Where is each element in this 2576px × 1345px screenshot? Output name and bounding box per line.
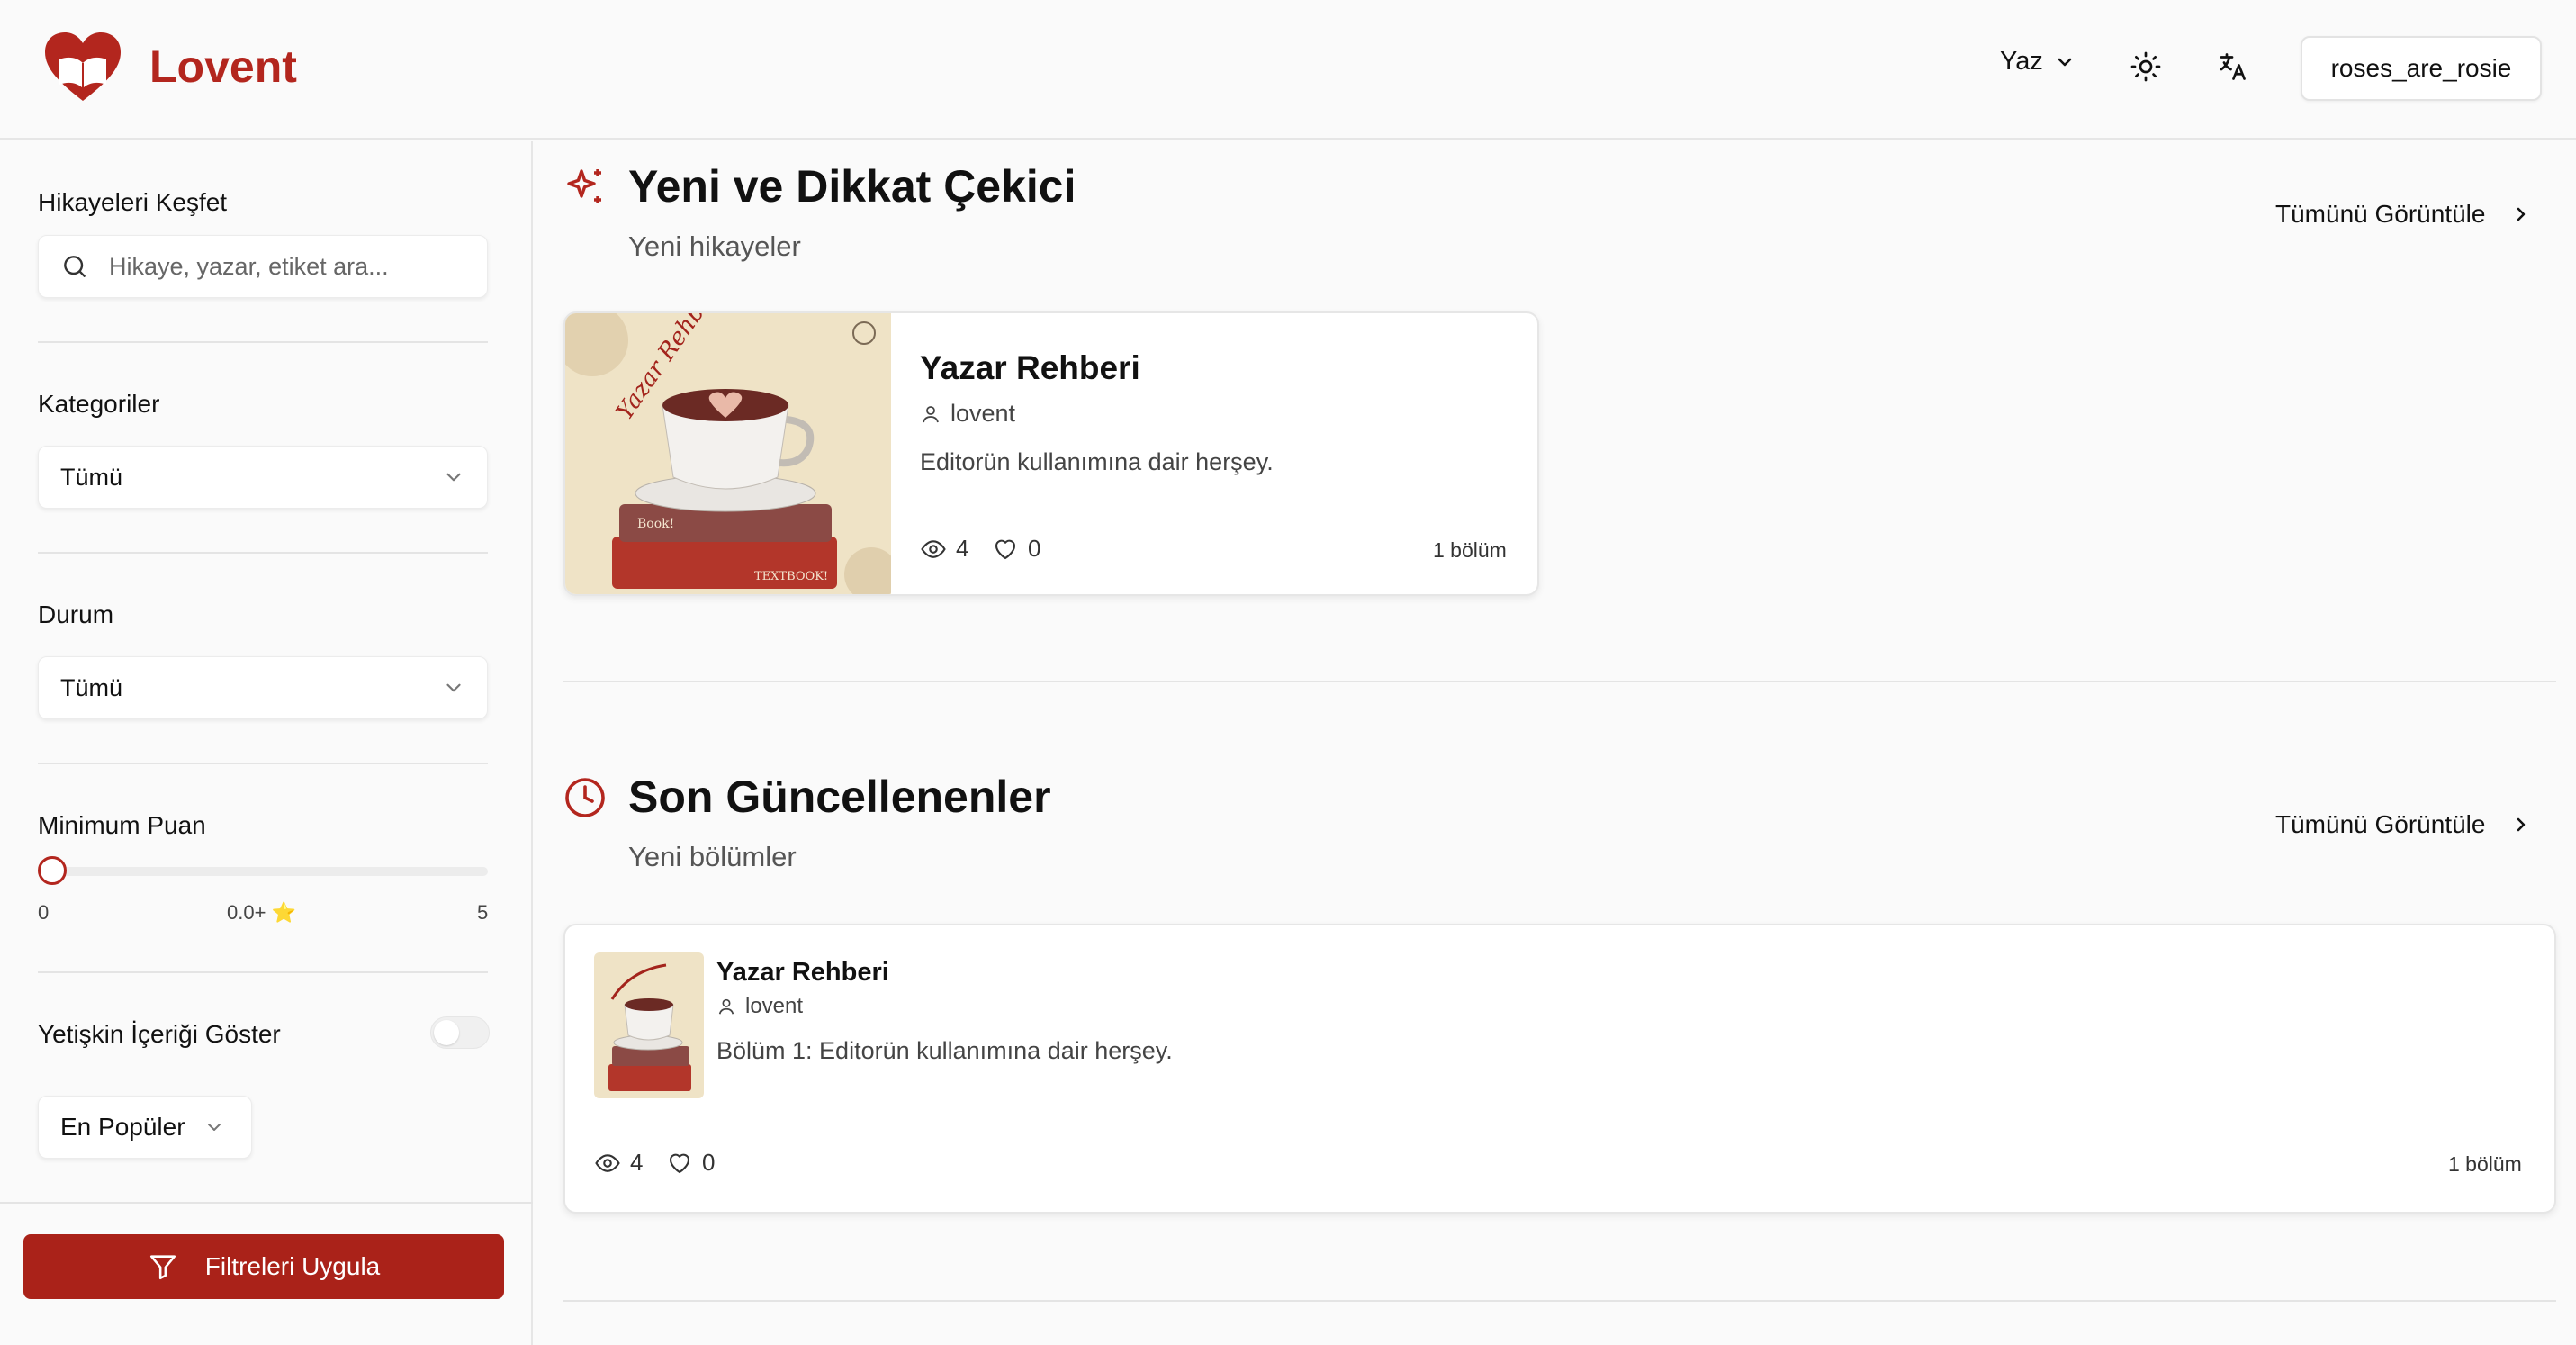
story-title[interactable]: Yazar Rehberi (716, 958, 889, 988)
translate-icon (2220, 53, 2246, 80)
clock-icon (565, 778, 605, 817)
app-name: Lovent (149, 41, 297, 92)
section-subtitle-new: Yeni hikayeler (628, 230, 801, 262)
story-likes[interactable]: 0 (992, 535, 1040, 563)
sort-select[interactable]: En Popüler (38, 1096, 252, 1159)
sparkles-icon (567, 169, 601, 203)
top-header: Lovent Yaz roses_are_rosie (0, 0, 2576, 140)
rating-max-label: 5 (477, 901, 489, 924)
heart-icon (669, 1153, 690, 1173)
user-menu-button[interactable]: roses_are_rosie (2301, 36, 2542, 101)
chevron-down-icon (446, 473, 461, 482)
story-views: 4 (594, 1149, 643, 1177)
filter-sidebar: Hikayeleri Keşfet Hikaye, yazar, etiket … (0, 141, 533, 1345)
theme-toggle-button[interactable] (2126, 47, 2166, 86)
views-count: 4 (956, 535, 969, 562)
chapter-count: 1 bölüm (2448, 1152, 2522, 1176)
cover-book-text: Book! (637, 517, 674, 531)
cover-textbook-text: TEXTBOOK! (754, 570, 828, 583)
divider (38, 763, 488, 764)
categories-select[interactable]: Tümü (38, 446, 488, 509)
section-divider (563, 1300, 2556, 1302)
sun-icon (2130, 51, 2161, 82)
heart-book-logo-icon (45, 32, 121, 101)
chevron-down-icon (446, 683, 461, 692)
story-author[interactable]: lovent (920, 400, 1015, 428)
section-subtitle-updated: Yeni bölümler (628, 841, 797, 872)
views-count: 4 (630, 1149, 644, 1176)
chevron-down-icon (2058, 58, 2072, 66)
min-rating-label: Minimum Puan (38, 811, 206, 839)
view-all-label: Tümünü Görüntüle (2275, 810, 2486, 838)
story-title[interactable]: Yazar Rehberi (920, 349, 1140, 387)
section-title-new: Yeni ve Dikkat Çekici (628, 161, 1076, 212)
status-value: Tümü (60, 673, 123, 701)
likes-count: 0 (702, 1149, 716, 1176)
chevron-right-icon (2517, 817, 2526, 832)
divider (38, 341, 488, 343)
story-views: 4 (920, 535, 968, 563)
search-placeholder: Hikaye, yazar, etiket ara... (109, 252, 389, 280)
divider (0, 1202, 533, 1204)
write-menu-button[interactable]: Yaz (2000, 47, 2076, 77)
apply-filters-label: Filtreleri Uygula (204, 1252, 381, 1280)
sort-value: En Popüler (60, 1113, 185, 1141)
section-title-updated: Son Güncellenenler (628, 772, 1051, 822)
categories-label: Kategoriler (38, 390, 160, 418)
rating-slider-track[interactable] (38, 867, 488, 876)
adult-content-toggle[interactable] (430, 1016, 490, 1049)
heart-icon (995, 539, 1016, 559)
story-cover-thumbnail (594, 952, 704, 1098)
discover-label: Hikayeleri Keşfet (38, 188, 228, 216)
search-input[interactable]: Hikaye, yazar, etiket ara... (38, 235, 488, 298)
write-label: Yaz (2000, 47, 2043, 76)
view-all-updated-button[interactable]: Tümünü Görüntüle (2275, 810, 2532, 839)
status-label: Durum (38, 600, 114, 628)
search-icon (64, 256, 86, 277)
story-cover-image: Yazar Rehberi -Writer's Guide Book! TEXT… (565, 313, 891, 594)
eye-icon (921, 539, 946, 558)
chapter-count: 1 bölüm (1433, 538, 1507, 562)
likes-count: 0 (1028, 535, 1041, 562)
divider (38, 552, 488, 554)
story-author[interactable]: lovent (716, 994, 803, 1019)
story-card[interactable]: Yazar Rehberi -Writer's Guide Book! TEXT… (563, 311, 1539, 596)
app-logo[interactable]: Lovent (41, 29, 297, 104)
apply-filters-button[interactable]: Filtreleri Uygula (23, 1234, 504, 1299)
adult-content-label: Yetişkin İçeriği Göster (38, 1020, 281, 1048)
chevron-right-icon (2517, 207, 2526, 221)
section-divider (563, 681, 2556, 682)
chevron-down-icon (207, 1124, 221, 1131)
eye-icon (595, 1153, 620, 1172)
status-select[interactable]: Tümü (38, 656, 488, 719)
latest-chapter-link[interactable]: Bölüm 1: Editorün kullanımına dair herşe… (716, 1037, 1173, 1065)
updated-story-card[interactable]: Yazar Rehberi lovent Bölüm 1: Editorün k… (563, 924, 2556, 1214)
view-all-label: Tümünü Görüntüle (2275, 200, 2486, 228)
divider (38, 971, 488, 973)
rating-current-label: 0.0+ ⭐ (227, 901, 296, 924)
story-author-name: lovent (745, 994, 804, 1018)
user-icon (718, 998, 734, 1015)
filter-icon (149, 1255, 176, 1280)
language-button[interactable] (2212, 47, 2252, 86)
story-likes[interactable]: 0 (666, 1149, 715, 1177)
rating-slider-thumb[interactable] (38, 856, 67, 885)
categories-value: Tümü (60, 463, 123, 491)
rating-min-label: 0 (38, 901, 50, 924)
story-description: Editorün kullanımına dair herşey. (920, 448, 1274, 475)
user-icon (923, 405, 939, 422)
view-all-new-button[interactable]: Tümünü Görüntüle (2275, 200, 2532, 229)
story-author-name: lovent (950, 400, 1016, 427)
